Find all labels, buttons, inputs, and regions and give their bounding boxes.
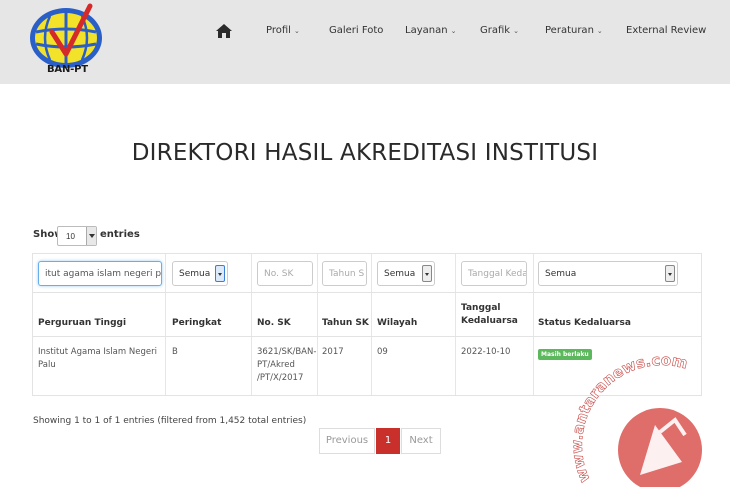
column-divider (371, 254, 372, 395)
column-header[interactable]: Perguruan Tinggi (38, 317, 126, 330)
cell-peringkat: B (172, 347, 178, 357)
pagination-previous[interactable]: Previous (319, 428, 375, 454)
filter-peringkat-value: Semua (179, 269, 211, 279)
logo-text: BAN-PT (47, 64, 88, 75)
nav-grafik[interactable]: Grafik ⌄ (480, 25, 519, 36)
nav-layanan-label: Layanan (405, 25, 448, 36)
select-arrow-icon (422, 265, 432, 282)
nav-external-review-label: External Review (626, 25, 707, 36)
filter-perguruan-tinggi-input[interactable]: itut agama islam negeri palu (38, 261, 162, 286)
select-arrow-icon (665, 265, 675, 282)
chevron-down-icon: ⌄ (450, 27, 457, 35)
entries-length-value: 10 (66, 232, 75, 241)
filter-wilayah-value: Semua (384, 269, 416, 279)
cell-tanggal-kedaluarsa: 2022-10-10 (461, 347, 511, 357)
filter-tahun-sk-input[interactable]: Tahun S (322, 261, 367, 286)
column-header[interactable]: Tahun SK (322, 317, 369, 330)
antaranews-watermark: www.antaranews.com (560, 340, 730, 492)
cell-perguruan-tinggi: Institut Agama Islam Negeri Palu (38, 347, 157, 370)
chevron-down-icon: ⌄ (513, 27, 519, 35)
entries-label: entries (100, 229, 140, 240)
column-divider (165, 254, 166, 395)
nav-profil[interactable]: Profil ⌄ (266, 25, 300, 36)
column-divider (317, 254, 318, 395)
cell-wilayah: 09 (377, 347, 388, 357)
column-header[interactable]: Wilayah (377, 317, 417, 330)
chevron-down-icon: ⌄ (596, 27, 603, 35)
page-title: DIREKTORI HASIL AKREDITASI INSTITUSI (131, 140, 599, 166)
row-divider (33, 292, 701, 293)
filter-status-select[interactable]: Semua (538, 261, 678, 286)
column-header[interactable]: Peringkat (172, 317, 221, 330)
chevron-down-icon: ⌄ (293, 27, 300, 35)
row-divider (33, 336, 701, 337)
column-header[interactable]: Status Kedaluarsa (538, 317, 631, 330)
filter-wilayah-select[interactable]: Semua (377, 261, 435, 286)
cell-tahun-sk: 2017 (322, 347, 344, 357)
column-header[interactable]: No. SK (257, 317, 291, 330)
home-icon[interactable] (215, 22, 233, 40)
filter-no-sk-input[interactable]: No. SK (257, 261, 313, 286)
nav-peraturan[interactable]: Peraturan ⌄ (545, 25, 603, 36)
select-arrow-icon (86, 227, 96, 245)
nav-profil-label: Profil (266, 25, 291, 36)
pagination-next[interactable]: Next (401, 428, 441, 454)
filter-status-value: Semua (545, 269, 577, 279)
nav-galeri-foto[interactable]: Galeri Foto (329, 25, 383, 36)
nav-grafik-label: Grafik (480, 25, 511, 36)
cell-no-sk: 3621/SK/BAN-PT/Akred /PT/X/2017 (257, 347, 317, 383)
site-header: BAN-PT Profil ⌄ Galeri Foto Layanan ⌄ Graf… (0, 0, 730, 84)
nav-peraturan-label: Peraturan (545, 25, 594, 36)
select-arrow-icon (215, 265, 225, 282)
entries-length-select[interactable]: 10 (57, 226, 97, 246)
pagination-page-1[interactable]: 1 (376, 428, 400, 454)
nav-layanan[interactable]: Layanan ⌄ (405, 25, 456, 36)
column-divider (251, 254, 252, 395)
column-header[interactable]: Tanggal Kedaluarsa (461, 302, 531, 328)
table-info: Showing 1 to 1 of 1 entries (filtered fr… (33, 416, 307, 426)
column-divider (455, 254, 456, 395)
filter-peringkat-select[interactable]: Semua (172, 261, 228, 286)
nav-external-review[interactable]: External Review (626, 25, 706, 36)
filter-tanggal-kedaluarsa-input[interactable]: Tanggal Keda (461, 261, 527, 286)
column-divider (533, 254, 534, 395)
nav-galeri-foto-label: Galeri Foto (329, 25, 384, 36)
